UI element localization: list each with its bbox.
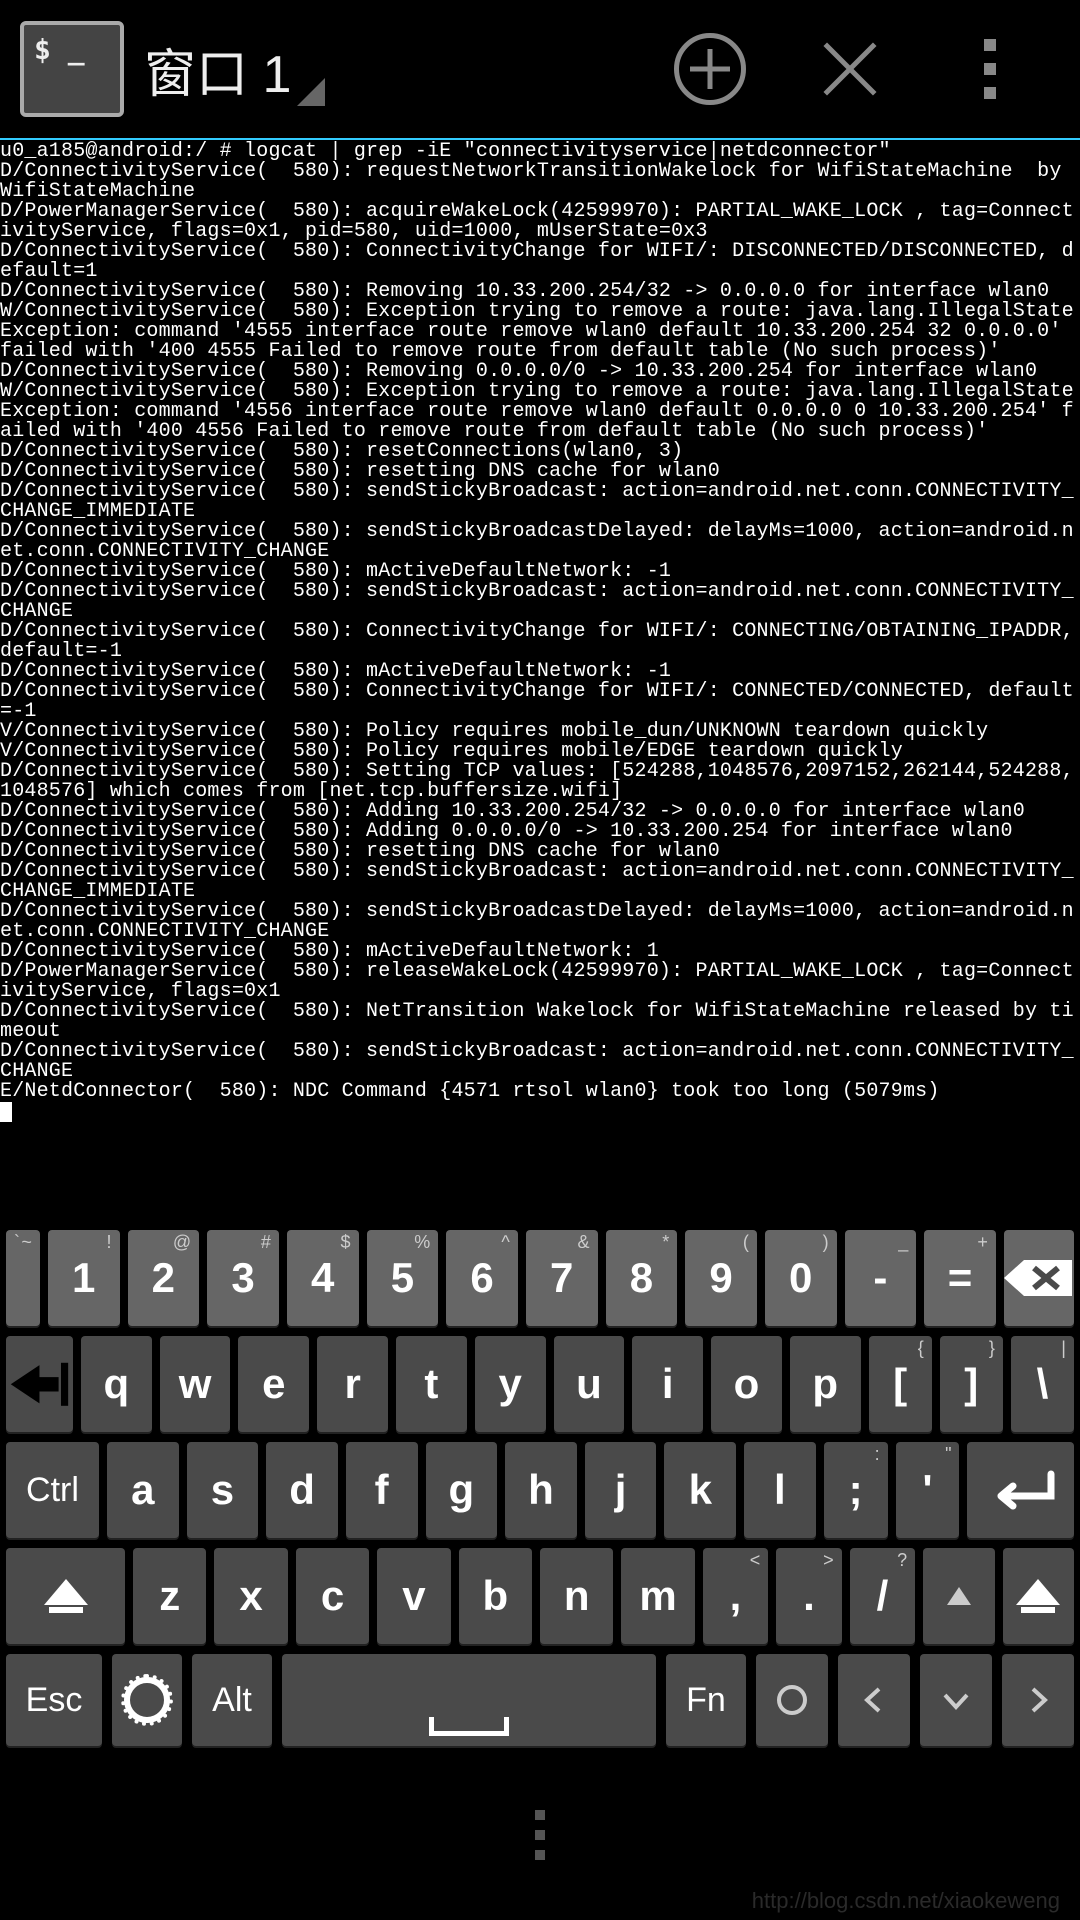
key-punct[interactable]: {[ [869, 1336, 932, 1432]
on-screen-keyboard: `~!1@2#3$4%5^6&7*8(9)0_-+= qwertyuiop {[… [0, 1230, 1080, 1756]
key-punct[interactable]: |\ [1011, 1336, 1074, 1432]
keyboard-row-4: zxcvbnm <,>.?/ [6, 1548, 1074, 1644]
dropdown-indicator-icon[interactable] [297, 78, 325, 106]
key-h[interactable]: h [505, 1442, 577, 1538]
key-6[interactable]: ^6 [446, 1230, 518, 1326]
key-y[interactable]: y [475, 1336, 546, 1432]
key-enter[interactable] [967, 1442, 1074, 1538]
key-x[interactable]: x [214, 1548, 287, 1644]
arrow-down-icon [941, 1685, 971, 1715]
nav-dots-icon [535, 1810, 545, 1860]
window-title[interactable]: 窗口 1 [144, 32, 291, 107]
key-t[interactable]: t [396, 1336, 467, 1432]
key-g[interactable]: g [426, 1442, 498, 1538]
circle-icon [777, 1685, 807, 1715]
key-p[interactable]: p [790, 1336, 861, 1432]
key-punct[interactable]: ?/ [850, 1548, 915, 1644]
key-r[interactable]: r [317, 1336, 388, 1432]
watermark: http://blog.csdn.net/xiaokeweng [752, 1888, 1060, 1914]
key-u[interactable]: u [554, 1336, 625, 1432]
shift-arrow-icon [1016, 1579, 1060, 1605]
key-circle[interactable] [756, 1654, 828, 1746]
gear-icon [124, 1677, 170, 1723]
key-backspace[interactable] [1004, 1230, 1074, 1326]
key-w[interactable]: w [160, 1336, 231, 1432]
key-1[interactable]: !1 [48, 1230, 120, 1326]
key-fn[interactable]: Fn [666, 1654, 746, 1746]
close-icon [822, 41, 878, 97]
key-8[interactable]: *8 [606, 1230, 678, 1326]
key-d[interactable]: d [266, 1442, 338, 1538]
key-n[interactable]: n [540, 1548, 613, 1644]
key-esc[interactable]: Esc [6, 1654, 102, 1746]
key-punct[interactable]: :; [824, 1442, 888, 1538]
app-icon[interactable]: $ _ [20, 21, 124, 117]
key-punct[interactable]: >. [776, 1548, 841, 1644]
shift-arrow-icon [44, 1579, 88, 1605]
key-c[interactable]: c [296, 1548, 369, 1644]
keyboard-row-nav: Esc Alt Fn [6, 1654, 1074, 1746]
key-3[interactable]: #3 [207, 1230, 279, 1326]
keyboard-row-1: `~!1@2#3$4%5^6&7*8(9)0_-+= [6, 1230, 1074, 1326]
keyboard-row-3: Ctrl asdfghjkl :;"' [6, 1442, 1074, 1538]
terminal-cursor [0, 1102, 12, 1122]
plus-circle-icon [674, 33, 746, 105]
key-9[interactable]: (9 [685, 1230, 757, 1326]
key-triangle[interactable] [923, 1548, 994, 1644]
key-arrow-left[interactable] [838, 1654, 910, 1746]
key-tab[interactable] [6, 1336, 73, 1432]
overflow-menu-button[interactable] [950, 29, 1030, 109]
key-alt[interactable]: Alt [192, 1654, 272, 1746]
tab-icon [6, 1358, 73, 1411]
key-settings[interactable] [112, 1654, 182, 1746]
key-punct[interactable]: <, [703, 1548, 768, 1644]
add-window-button[interactable] [670, 29, 750, 109]
key-backtick[interactable]: `~ [6, 1230, 40, 1326]
key-q[interactable]: q [81, 1336, 152, 1432]
key-shift-right[interactable] [1003, 1548, 1074, 1644]
android-nav-handle[interactable] [0, 1810, 1080, 1860]
key-arrow-down[interactable] [920, 1654, 992, 1746]
key-k[interactable]: k [664, 1442, 736, 1538]
key-b[interactable]: b [459, 1548, 532, 1644]
key-m[interactable]: m [621, 1548, 694, 1644]
menu-dots-icon [984, 39, 996, 99]
close-window-button[interactable] [810, 29, 890, 109]
terminal-output[interactable]: u0_a185@android:/ # logcat | grep -iE "c… [0, 140, 1080, 1102]
key-s[interactable]: s [187, 1442, 259, 1538]
title-bar: $ _ 窗口 1 [0, 0, 1080, 140]
arrow-left-icon [859, 1685, 889, 1715]
key-punct[interactable]: "' [896, 1442, 960, 1538]
key-j[interactable]: j [585, 1442, 657, 1538]
key-l[interactable]: l [744, 1442, 816, 1538]
key-5[interactable]: %5 [367, 1230, 439, 1326]
key-7[interactable]: &7 [526, 1230, 598, 1326]
arrow-right-icon [1023, 1685, 1053, 1715]
key-v[interactable]: v [377, 1548, 450, 1644]
key-punct[interactable]: }] [940, 1336, 1003, 1432]
key-i[interactable]: i [632, 1336, 703, 1432]
backspace-icon [1004, 1258, 1074, 1298]
key-f[interactable]: f [346, 1442, 418, 1538]
key-0[interactable]: )0 [765, 1230, 837, 1326]
key-space[interactable] [282, 1654, 656, 1746]
triangle-up-icon [947, 1587, 971, 1605]
key-ctrl[interactable]: Ctrl [6, 1442, 99, 1538]
app-icon-prompt: $ _ [34, 33, 85, 66]
key-a[interactable]: a [107, 1442, 179, 1538]
key-shift-left[interactable] [6, 1548, 125, 1644]
key-o[interactable]: o [711, 1336, 782, 1432]
key-z[interactable]: z [133, 1548, 206, 1644]
key--[interactable]: _- [845, 1230, 917, 1326]
key-=[interactable]: += [924, 1230, 996, 1326]
keyboard-row-2: qwertyuiop {[}]|\ [6, 1336, 1074, 1432]
key-2[interactable]: @2 [128, 1230, 200, 1326]
key-arrow-right[interactable] [1002, 1654, 1074, 1746]
key-4[interactable]: $4 [287, 1230, 359, 1326]
enter-icon [981, 1466, 1061, 1514]
key-e[interactable]: e [238, 1336, 309, 1432]
